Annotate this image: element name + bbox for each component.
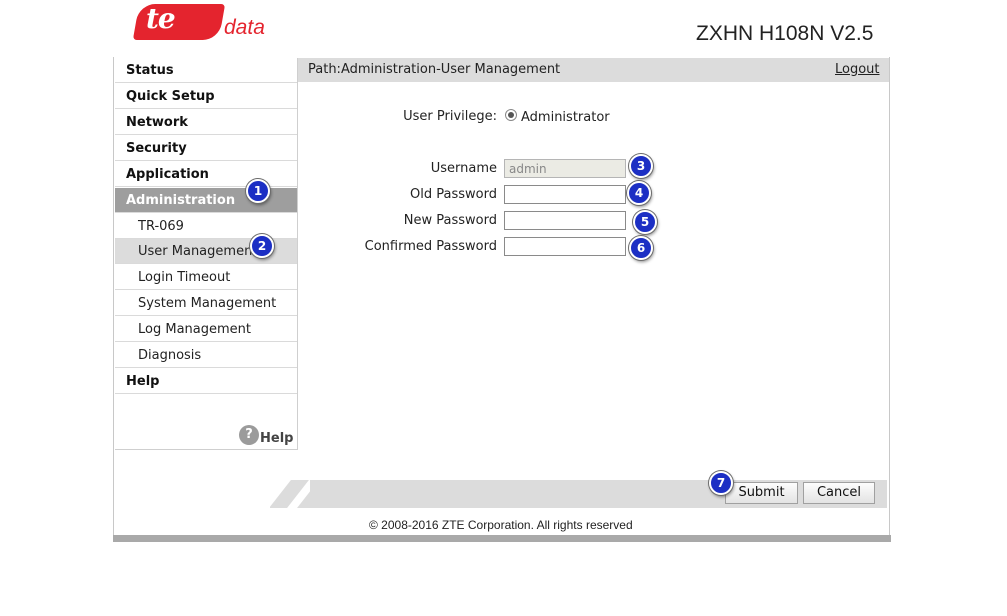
user-privilege-label: User Privilege: [403, 109, 497, 124]
annotation-marker-2: 2 [250, 234, 274, 258]
confirmed-password-input[interactable] [504, 237, 626, 256]
annotation-marker-7: 7 [709, 471, 733, 495]
help-link[interactable]: Help [260, 431, 293, 446]
new-password-label: New Password [403, 213, 497, 228]
logo-text: te [146, 2, 176, 35]
username-label: Username [430, 161, 497, 176]
annotation-marker-4: 4 [627, 181, 651, 205]
old-password-label: Old Password [410, 187, 497, 202]
submit-button[interactable]: Submit [725, 482, 798, 504]
new-password-input[interactable] [504, 211, 626, 230]
privilege-radio-administrator[interactable] [505, 109, 517, 121]
sidebar-item-tr069[interactable]: TR-069 [115, 214, 297, 239]
sidebar-item-help[interactable]: Help [115, 369, 297, 394]
breadcrumb: Path:Administration-User Management [308, 62, 561, 77]
sidebar-item-quick-setup[interactable]: Quick Setup [115, 84, 297, 109]
sidebar-item-system-management[interactable]: System Management [115, 291, 297, 316]
username-input [504, 159, 626, 178]
sidebar-item-security[interactable]: Security [115, 136, 297, 161]
annotation-marker-3: 3 [629, 154, 653, 178]
sidebar-item-application[interactable]: Application [115, 162, 297, 187]
frame-bottom-bar [113, 535, 891, 542]
help-icon[interactable]: ? [239, 425, 259, 445]
privilege-option-label: Administrator [521, 110, 610, 125]
logo-suffix: data [224, 16, 265, 39]
annotation-marker-6: 6 [629, 236, 653, 260]
sidebar-item-status[interactable]: Status [115, 58, 297, 83]
sidebar-item-log-management[interactable]: Log Management [115, 317, 297, 342]
annotation-marker-5: 5 [633, 210, 657, 234]
confirmed-password-label: Confirmed Password [364, 239, 497, 254]
frame-left-border [113, 57, 114, 539]
annotation-marker-1: 1 [246, 179, 270, 203]
sidebar-item-diagnosis[interactable]: Diagnosis [115, 343, 297, 368]
old-password-input[interactable] [504, 185, 626, 204]
frame-right-border [889, 57, 890, 539]
cancel-button[interactable]: Cancel [803, 482, 875, 504]
device-model: ZXHN H108N V2.5 [696, 22, 874, 45]
copyright-text: © 2008-2016 ZTE Corporation. All rights … [369, 518, 633, 532]
logout-link[interactable]: Logout [835, 62, 880, 77]
sidebar-item-network[interactable]: Network [115, 110, 297, 135]
sidebar-item-login-timeout[interactable]: Login Timeout [115, 265, 297, 290]
